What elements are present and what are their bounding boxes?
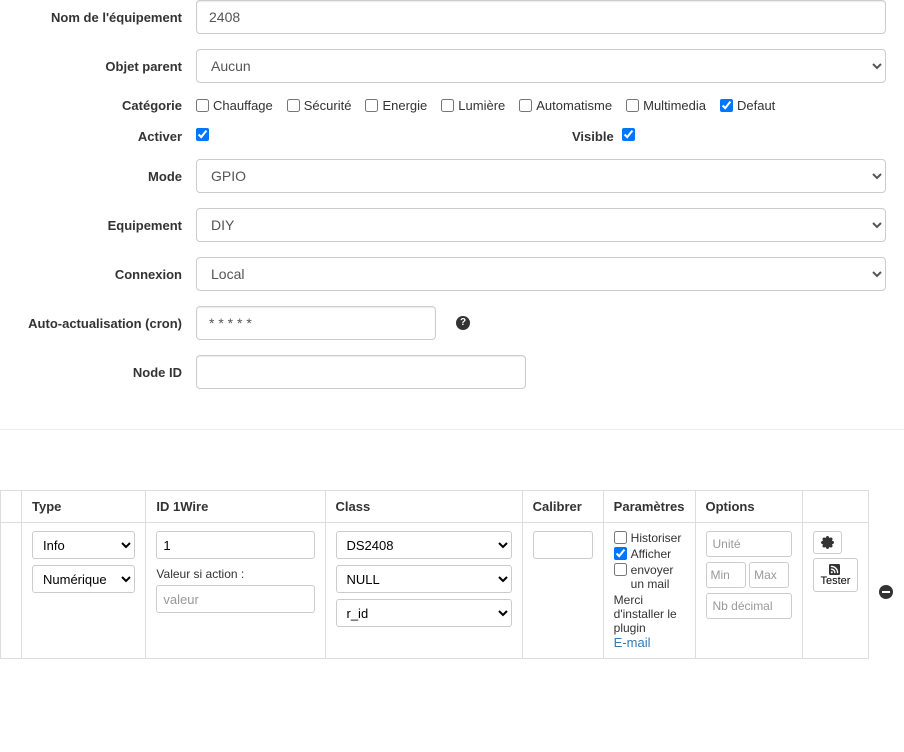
type-secondary-select[interactable]: Numérique	[32, 565, 135, 593]
category-checkbox[interactable]	[365, 99, 378, 112]
label-autorefresh: Auto-actualisation (cron)	[8, 316, 196, 331]
email-link[interactable]: E-mail	[614, 635, 651, 650]
category-lumière[interactable]: Lumière	[441, 98, 505, 113]
category-chauffage[interactable]: Chauffage	[196, 98, 273, 113]
th-calibrer: Calibrer	[522, 491, 603, 523]
calibrer-input[interactable]	[533, 531, 593, 559]
category-defaut[interactable]: Defaut	[720, 98, 775, 113]
equipment-select[interactable]: DIY	[196, 208, 886, 242]
th-options: Options	[695, 491, 802, 523]
activate-checkbox[interactable]	[196, 128, 209, 141]
category-label: Energie	[382, 98, 427, 113]
th-type: Type	[22, 491, 146, 523]
plugin-msg: Merci d'installer le plugin	[614, 593, 685, 635]
mode-select[interactable]: GPIO	[196, 159, 886, 193]
class-select-1[interactable]: DS2408	[336, 531, 512, 559]
gear-icon	[821, 536, 834, 549]
category-checkbox[interactable]	[519, 99, 532, 112]
category-label: Multimedia	[643, 98, 706, 113]
delete-icon[interactable]	[879, 585, 893, 599]
autorefresh-input[interactable]	[196, 306, 436, 340]
label-nodeid: Node ID	[8, 365, 196, 380]
table-row: Info Numérique Valeur si action : DS2408	[1, 523, 904, 659]
category-checkbox[interactable]	[287, 99, 300, 112]
label-equipment: Equipement	[8, 218, 196, 233]
category-checkbox[interactable]	[196, 99, 209, 112]
class-select-2[interactable]: NULL	[336, 565, 512, 593]
category-multimedia[interactable]: Multimedia	[626, 98, 706, 113]
tester-button[interactable]: Tester	[813, 558, 859, 592]
category-label: Sécurité	[304, 98, 352, 113]
visible-checkbox[interactable]	[622, 128, 635, 141]
commands-table: Type ID 1Wire Class Calibrer Paramètres …	[0, 490, 904, 659]
th-parametres: Paramètres	[603, 491, 695, 523]
category-energie[interactable]: Energie	[365, 98, 427, 113]
label-mode: Mode	[8, 169, 196, 184]
valeur-si-action-label: Valeur si action :	[156, 567, 314, 581]
category-automatisme[interactable]: Automatisme	[519, 98, 612, 113]
id1wire-input[interactable]	[156, 531, 314, 559]
th-class: Class	[325, 491, 522, 523]
label-parent: Objet parent	[8, 59, 196, 74]
afficher-checkbox[interactable]	[614, 547, 627, 560]
parent-select[interactable]: Aucun	[196, 49, 886, 83]
nodeid-input[interactable]	[196, 355, 526, 389]
afficher-label: Afficher	[631, 547, 671, 561]
decimal-input[interactable]	[706, 593, 792, 619]
separator	[0, 429, 904, 430]
label-connection: Connexion	[8, 267, 196, 282]
type-primary-select[interactable]: Info	[32, 531, 135, 559]
label-activate: Activer	[8, 129, 196, 144]
category-label: Lumière	[458, 98, 505, 113]
category-label: Automatisme	[536, 98, 612, 113]
label-visible: Visible	[572, 129, 622, 144]
category-checkbox[interactable]	[626, 99, 639, 112]
category-label: Chauffage	[213, 98, 273, 113]
min-input[interactable]	[706, 562, 746, 588]
rss-icon	[829, 564, 840, 575]
category-checkbox[interactable]	[720, 99, 733, 112]
label-equipment-name: Nom de l'équipement	[8, 10, 196, 25]
unite-input[interactable]	[706, 531, 792, 557]
valeur-input[interactable]	[156, 585, 314, 613]
envoyer-checkbox[interactable]	[614, 563, 627, 576]
equipment-name-input[interactable]	[196, 0, 886, 34]
connection-select[interactable]: Local	[196, 257, 886, 291]
th-id1wire: ID 1Wire	[146, 491, 325, 523]
class-select-3[interactable]: r_id	[336, 599, 512, 627]
category-sécurité[interactable]: Sécurité	[287, 98, 352, 113]
label-category: Catégorie	[8, 98, 196, 113]
envoyer-label: envoyer un mail	[631, 563, 685, 591]
config-button[interactable]	[813, 531, 842, 554]
max-input[interactable]	[749, 562, 789, 588]
historiser-label: Historiser	[631, 531, 682, 545]
category-label: Defaut	[737, 98, 775, 113]
historiser-checkbox[interactable]	[614, 531, 627, 544]
help-icon[interactable]: ?	[456, 316, 470, 330]
category-checkbox[interactable]	[441, 99, 454, 112]
